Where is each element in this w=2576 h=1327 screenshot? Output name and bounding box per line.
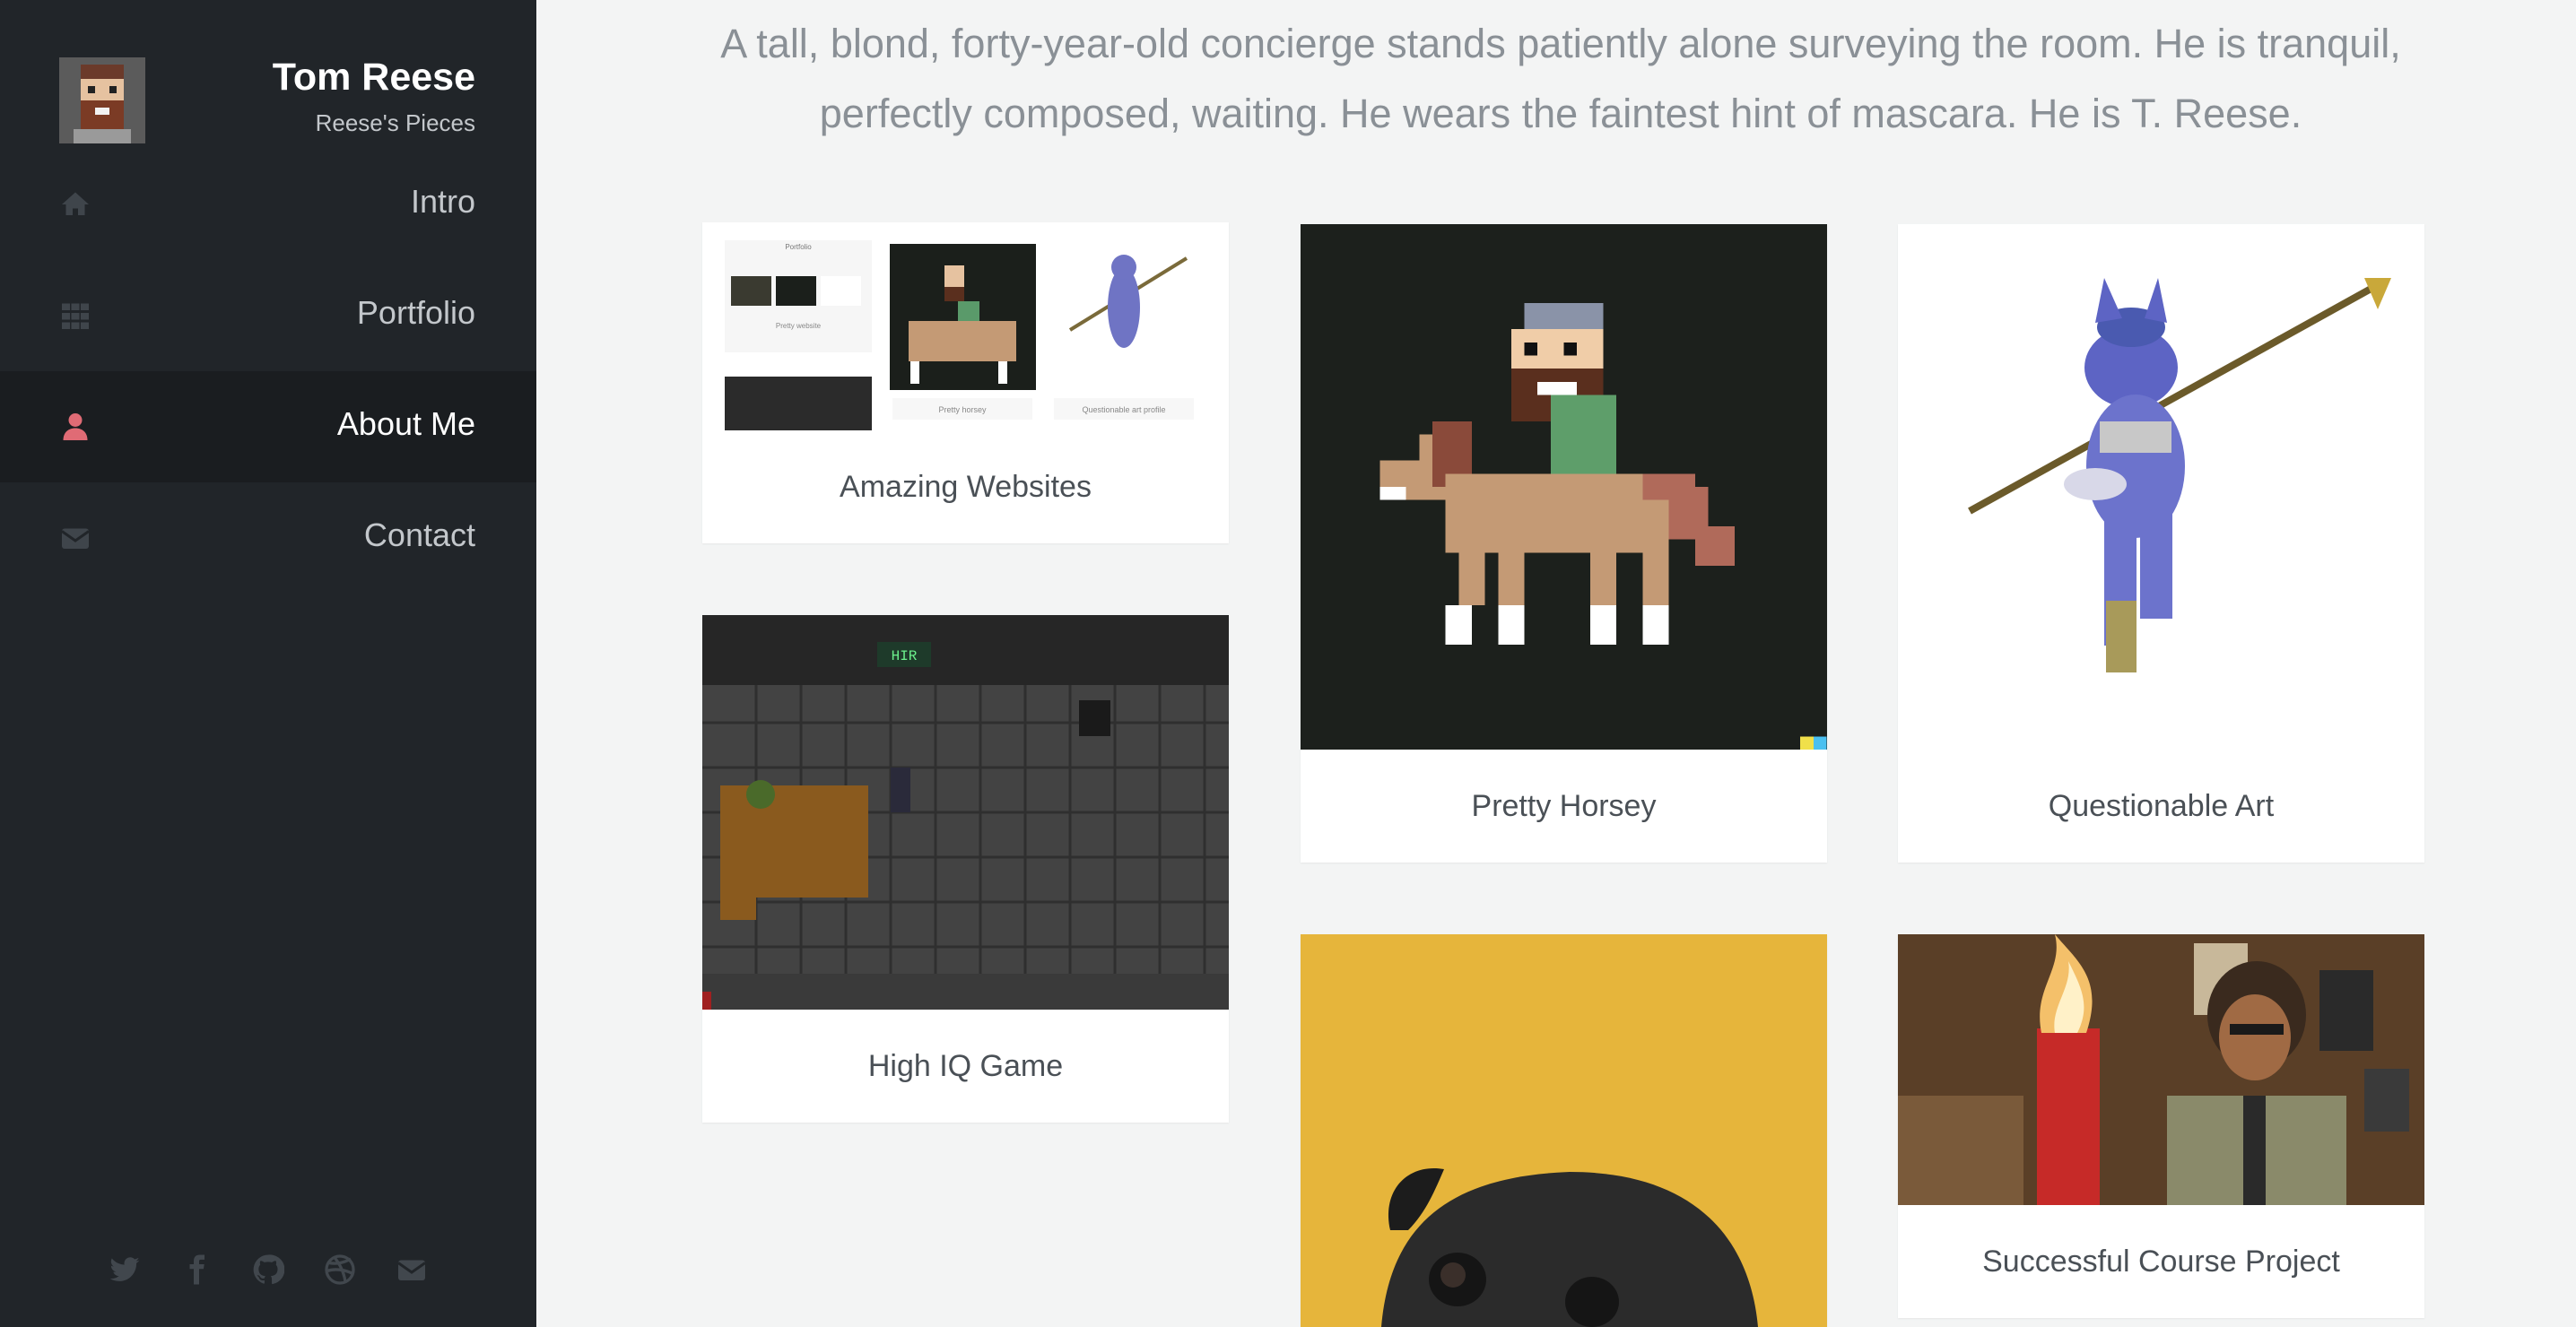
facebook-icon[interactable] bbox=[180, 1253, 213, 1286]
nav-item-intro[interactable]: Intro bbox=[0, 149, 536, 260]
main-content: A tall, blond, forty-year-old concierge … bbox=[536, 0, 2576, 1327]
nav-label-intro: Intro bbox=[410, 183, 475, 220]
card-thumbnail bbox=[1301, 934, 1827, 1327]
main-nav: Intro Portfolio About Me Contact bbox=[0, 149, 536, 594]
home-icon bbox=[59, 188, 95, 224]
dribbble-icon[interactable] bbox=[324, 1253, 356, 1286]
card-caption: Amazing Websites bbox=[840, 470, 1092, 504]
envelope-icon bbox=[59, 522, 95, 558]
portfolio-card-pretty-horsey[interactable]: Pretty Horsey bbox=[1301, 224, 1827, 863]
portfolio-card-questionable-art[interactable]: Questionable Art bbox=[1898, 224, 2424, 863]
nav-item-portfolio[interactable]: Portfolio bbox=[0, 260, 536, 371]
github-icon[interactable] bbox=[252, 1253, 284, 1286]
nav-item-contact[interactable]: Contact bbox=[0, 482, 536, 594]
portfolio-card-successful-course-project[interactable]: Successful Course Project bbox=[1898, 934, 2424, 1318]
card-thumbnail bbox=[1301, 224, 1827, 750]
card-caption: Questionable Art bbox=[2048, 789, 2275, 823]
sidebar: Tom Reese Reese's Pieces Intro Portfolio bbox=[0, 0, 536, 1327]
nav-item-about-me[interactable]: About Me bbox=[0, 371, 536, 482]
user-icon bbox=[59, 411, 95, 447]
portfolio-card-pug[interactable] bbox=[1301, 934, 1827, 1327]
card-thumbnail: Portfolio Pretty website Pretty horsey Q… bbox=[702, 222, 1229, 430]
twitter-icon[interactable] bbox=[109, 1253, 141, 1286]
social-links bbox=[0, 1243, 536, 1297]
grid-icon bbox=[59, 299, 95, 335]
intro-text: A tall, blond, forty-year-old concierge … bbox=[720, 21, 2401, 136]
profile-name: Tom Reese bbox=[272, 56, 475, 99]
game-sign: HIR bbox=[892, 648, 918, 664]
card-thumbnail: HIR bbox=[702, 615, 1229, 1010]
nav-label-contact: Contact bbox=[363, 516, 475, 553]
portfolio-card-amazing-websites[interactable]: Portfolio Pretty website Pretty horsey Q… bbox=[702, 222, 1229, 543]
profile-tagline: Reese's Pieces bbox=[315, 109, 475, 136]
portfolio-card-high-iq-game[interactable]: HIR High IQ Game bbox=[702, 615, 1229, 1123]
card-caption: Successful Course Project bbox=[1982, 1245, 2340, 1279]
nav-label-about-me: About Me bbox=[336, 405, 475, 442]
avatar[interactable] bbox=[59, 57, 145, 143]
mini-site-label-2: Questionable art profile bbox=[1082, 405, 1165, 414]
envelope-icon[interactable] bbox=[396, 1253, 428, 1286]
mini-site-label-1: Pretty horsey bbox=[938, 405, 987, 414]
nav-label-portfolio: Portfolio bbox=[356, 294, 475, 331]
card-thumbnail bbox=[1898, 934, 2424, 1205]
mini-site-label-0: Pretty website bbox=[776, 322, 822, 330]
card-caption: Pretty Horsey bbox=[1471, 789, 1657, 823]
card-caption: High IQ Game bbox=[867, 1049, 1064, 1083]
mini-site-title: Portfolio bbox=[785, 243, 812, 251]
card-thumbnail bbox=[1898, 224, 2424, 750]
